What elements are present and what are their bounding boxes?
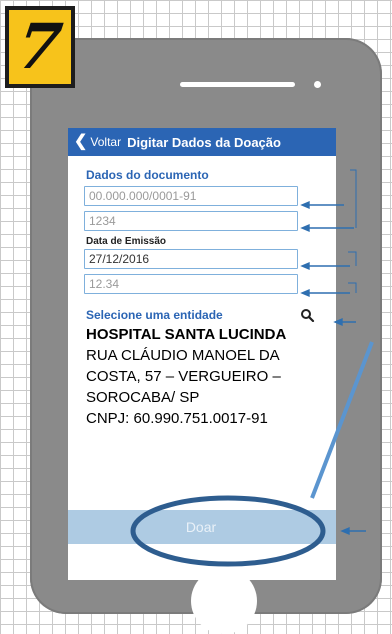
page-title: Digitar Dados da Doação	[127, 134, 281, 150]
phone-speaker	[180, 82, 295, 87]
cnpj-field[interactable]	[84, 186, 298, 206]
document-section-title: Dados do documento	[86, 168, 209, 182]
phone-screen: ❮ Voltar Digitar Dados da Doação Dados d…	[68, 128, 336, 580]
entity-address-line: SOROCABA/ SP	[86, 389, 200, 406]
back-label: Voltar	[90, 135, 122, 149]
step-number: 7	[13, 10, 67, 83]
doar-button[interactable]: Doar	[68, 510, 336, 544]
document-form: Dados do documento Data de Emissão Selec…	[68, 156, 336, 429]
issue-date-label: Data de Emissão	[86, 236, 167, 247]
issue-date-field[interactable]	[84, 249, 298, 269]
search-key-icon[interactable]	[300, 308, 316, 322]
nav-bar: ❮ Voltar Digitar Dados da Doação	[68, 128, 336, 156]
entity-cnpj: CNPJ: 60.990.751.0017-91	[86, 410, 268, 427]
doar-button-label: Doar	[185, 519, 217, 535]
entity-address-line: COSTA, 57 – VERGUEIRO –	[86, 368, 281, 385]
document-number-field[interactable]	[84, 211, 298, 231]
entity-name: HOSPITAL SANTA LUCINDA	[86, 326, 287, 343]
back-button[interactable]: ❮ Voltar	[74, 132, 122, 150]
entity-address: RUA CLÁUDIO MANOEL DA COSTA, 57 – VERGUE…	[86, 345, 326, 429]
entity-address-line: RUA CLÁUDIO MANOEL DA	[86, 347, 280, 364]
amount-field[interactable]	[84, 274, 298, 294]
entity-header: Selecione uma entidade	[86, 308, 316, 322]
chevron-left-icon: ❮	[74, 132, 88, 150]
step-number-badge: 7	[5, 6, 75, 88]
phone-camera	[314, 81, 321, 88]
entity-section-title: Selecione uma entidade	[86, 308, 223, 322]
